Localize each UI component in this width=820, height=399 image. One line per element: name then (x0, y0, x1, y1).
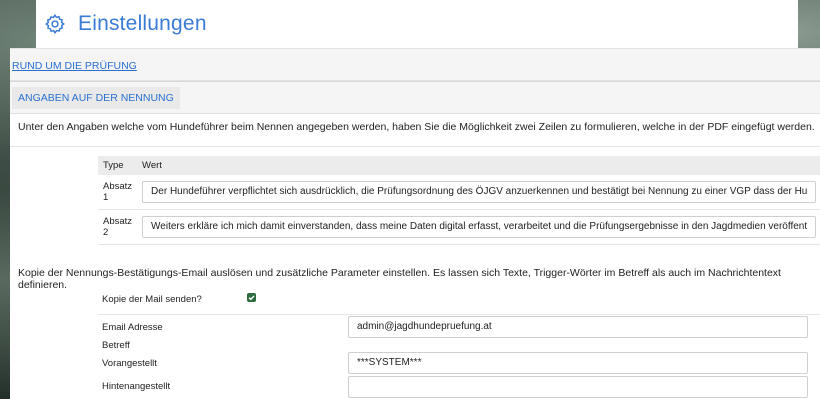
divider (98, 314, 820, 315)
intro-text: Unter den Angaben welche vom Hundeführer… (18, 121, 815, 133)
table-row: Absatz 2 Weiters erkläre ich mich damit … (98, 209, 820, 245)
prefix-input[interactable]: ***SYSTEM*** (348, 352, 808, 374)
page-header: Einstellungen (36, 0, 798, 48)
copy-mail-checkbox[interactable] (247, 293, 256, 302)
subject-label: Betreff (102, 340, 130, 351)
gear-icon (44, 13, 66, 35)
table-row: Absatz 1 Der Hundeführer verpflichtet si… (98, 175, 820, 210)
section-bar-nennung: ANGABEN AUF DER NENNUNG (10, 81, 820, 114)
divider (10, 146, 820, 147)
column-header-type: Type (98, 156, 138, 175)
link-rund-um-die-pruefung[interactable]: RUND UM DIE PRÜFUNG (12, 60, 137, 72)
tab-angaben-auf-der-nennung[interactable]: ANGABEN AUF DER NENNUNG (12, 87, 180, 109)
email-address-label: Email Adresse (102, 322, 163, 333)
copy-mail-label: Kopie der Mail senden? (102, 294, 202, 305)
row-type: Absatz 1 (98, 175, 138, 210)
email-address-input[interactable]: admin@jagdhundepruefung.at (348, 316, 808, 338)
column-header-value: Wert (137, 156, 820, 175)
suffix-label: Hintenangestellt (102, 381, 171, 392)
absatz-1-input[interactable]: Der Hundeführer verpflichtet sich ausdrü… (142, 181, 817, 203)
section-bar-pruefung: RUND UM DIE PRÜFUNG (10, 48, 820, 81)
page-title: Einstellungen (78, 12, 207, 35)
absatz-2-input[interactable]: Weiters erkläre ich mich damit einversta… (142, 216, 817, 238)
prefix-label: Vorangestellt (102, 358, 157, 369)
settings-panel: RUND UM DIE PRÜFUNG ANGABEN AUF DER NENN… (10, 48, 820, 399)
absatz-table: Type Wert Absatz 1 Der Hundeführer verpf… (98, 156, 820, 245)
suffix-input[interactable] (348, 376, 808, 398)
email-intro-text: Kopie der Nennungs-Bestätigungs-Email au… (18, 267, 781, 291)
row-type: Absatz 2 (98, 209, 138, 245)
